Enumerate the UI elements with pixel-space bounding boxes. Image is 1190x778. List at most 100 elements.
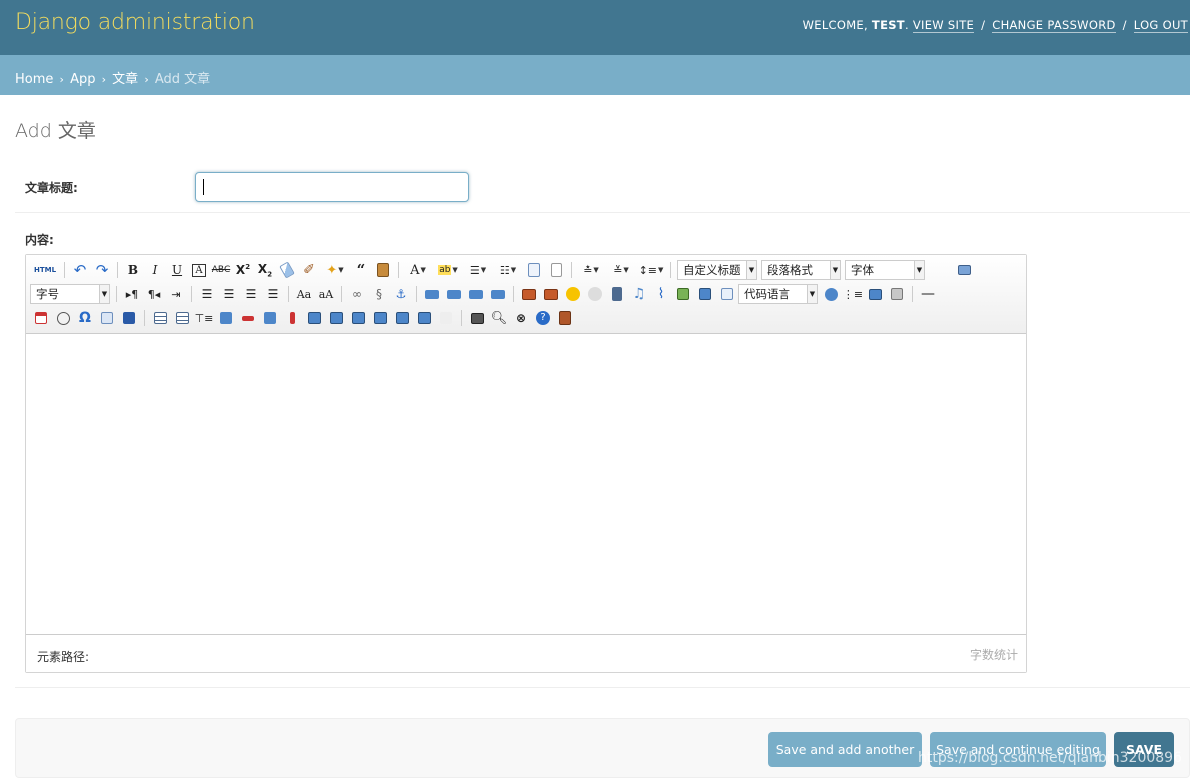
code-language-select[interactable]: 代码语言 ▼ bbox=[738, 284, 818, 304]
insert-col-button[interactable] bbox=[259, 308, 281, 328]
help-button[interactable]: ? bbox=[532, 308, 554, 328]
clear-doc-button[interactable] bbox=[545, 260, 567, 280]
delete-row-button[interactable] bbox=[237, 308, 259, 328]
print-template-button[interactable] bbox=[886, 284, 908, 304]
search-button[interactable]: ⊗ bbox=[510, 308, 532, 328]
music-button[interactable]: ♫ bbox=[628, 284, 650, 304]
italic-button[interactable]: I bbox=[144, 260, 166, 280]
date-button[interactable] bbox=[30, 308, 52, 328]
paste-plain-button[interactable] bbox=[372, 260, 394, 280]
auto-typeset-button[interactable]: ✦ ▼ bbox=[320, 260, 350, 280]
preview-button[interactable]: 🔍︎ bbox=[488, 308, 510, 328]
custom-title-select[interactable]: 自定义标题 ▼ bbox=[677, 260, 757, 280]
merge-down-button[interactable] bbox=[347, 308, 369, 328]
rtl-button[interactable]: ¶◂ bbox=[143, 284, 165, 304]
fullscreen-button[interactable] bbox=[953, 260, 975, 280]
ordered-list-button[interactable]: ☰ ▼ bbox=[463, 260, 493, 280]
merge-cells-button[interactable] bbox=[303, 308, 325, 328]
special-chars-button[interactable]: Ω bbox=[74, 308, 96, 328]
font-size-select[interactable]: 字号 ▼ bbox=[30, 284, 110, 304]
split-to-cells-button[interactable] bbox=[369, 308, 391, 328]
format-match-button[interactable]: ✐ bbox=[298, 260, 320, 280]
print-button[interactable] bbox=[466, 308, 488, 328]
insert-table-button[interactable] bbox=[149, 308, 171, 328]
simple-upload-button[interactable] bbox=[518, 284, 540, 304]
row-spacing-bottom-button[interactable]: ≚ ▼ bbox=[606, 260, 636, 280]
underline-button[interactable]: U bbox=[166, 260, 188, 280]
delete-table-button[interactable] bbox=[171, 308, 193, 328]
log-out-link[interactable]: LOG OUT bbox=[1133, 18, 1188, 33]
subscript-button[interactable]: X2 bbox=[254, 260, 276, 280]
save-and-add-another-button[interactable]: Save and add another bbox=[768, 732, 922, 767]
align-left-icon: ☰ bbox=[201, 287, 213, 301]
insert-image-button[interactable] bbox=[540, 284, 562, 304]
to-uppercase-button[interactable]: Aa bbox=[293, 284, 315, 304]
breadcrumb-model[interactable]: 文章 bbox=[112, 72, 138, 87]
unordered-list-button[interactable]: ☷ ▼ bbox=[493, 260, 523, 280]
change-password-link[interactable]: CHANGE PASSWORD bbox=[992, 18, 1116, 33]
undo-button[interactable]: ↶ bbox=[69, 260, 91, 280]
redo-button[interactable]: ↷ bbox=[91, 260, 113, 280]
ltr-button[interactable]: ▸¶ bbox=[121, 284, 143, 304]
image-none-button[interactable] bbox=[421, 284, 443, 304]
blockquote-button[interactable]: “ bbox=[350, 260, 372, 280]
charts-button[interactable] bbox=[435, 308, 457, 328]
font-family-select[interactable]: 字体 ▼ bbox=[845, 260, 925, 280]
view-site-link[interactable]: VIEW SITE bbox=[912, 18, 975, 33]
source-html-button[interactable]: HTML bbox=[30, 260, 60, 280]
align-left-button[interactable]: ☰ bbox=[196, 284, 218, 304]
drafts-button[interactable] bbox=[554, 308, 576, 328]
unlink-button[interactable]: § bbox=[368, 284, 390, 304]
breadcrumb-home[interactable]: Home bbox=[15, 72, 53, 87]
split-to-cols-button[interactable] bbox=[413, 308, 435, 328]
paragraph-format-select[interactable]: 段落格式 ▼ bbox=[761, 260, 841, 280]
insert-col-icon bbox=[264, 312, 276, 324]
align-right-button[interactable]: ☰ bbox=[240, 284, 262, 304]
font-color-button[interactable]: A ▼ bbox=[403, 260, 433, 280]
font-border-button[interactable]: A bbox=[188, 260, 210, 280]
template-button[interactable]: ⋮≡ bbox=[842, 284, 864, 304]
insert-row-button[interactable] bbox=[215, 308, 237, 328]
link-button[interactable]: ∞ bbox=[346, 284, 368, 304]
align-justify-button[interactable]: ☰ bbox=[262, 284, 284, 304]
image-right-button[interactable] bbox=[465, 284, 487, 304]
image-right-icon bbox=[469, 289, 483, 299]
anchor-button[interactable]: ⚓ bbox=[390, 284, 412, 304]
attachment-button[interactable]: ⌇ bbox=[650, 284, 672, 304]
image-left-button[interactable] bbox=[443, 284, 465, 304]
remove-format-button[interactable] bbox=[276, 260, 298, 280]
delete-col-button[interactable] bbox=[281, 308, 303, 328]
editor-content-area[interactable] bbox=[26, 335, 1026, 634]
chevron-down-icon: ▼ bbox=[746, 261, 756, 279]
insert-frame-button[interactable] bbox=[716, 284, 738, 304]
indent-button[interactable]: ⇥ bbox=[165, 284, 187, 304]
breadcrumb-app[interactable]: App bbox=[70, 72, 95, 87]
site-name[interactable]: Django administration bbox=[15, 10, 255, 35]
align-center-button[interactable]: ☰ bbox=[218, 284, 240, 304]
image-center-button[interactable] bbox=[487, 284, 509, 304]
page-break-button[interactable] bbox=[820, 284, 842, 304]
background-button[interactable] bbox=[864, 284, 886, 304]
horizontal-rule-button[interactable]: — bbox=[917, 284, 939, 304]
to-lowercase-button[interactable]: aA bbox=[315, 284, 337, 304]
insert-video-button[interactable] bbox=[606, 284, 628, 304]
scrawl-button[interactable] bbox=[584, 284, 606, 304]
split-to-rows-button[interactable] bbox=[391, 308, 413, 328]
bold-button[interactable]: B bbox=[122, 260, 144, 280]
gmap-button[interactable] bbox=[694, 284, 716, 304]
line-height-button[interactable]: ↕≡ ▼ bbox=[636, 260, 666, 280]
chevron-down-icon: ▼ bbox=[480, 266, 487, 274]
row-spacing-top-button[interactable]: ≛ ▼ bbox=[576, 260, 606, 280]
time-button[interactable] bbox=[52, 308, 74, 328]
merge-right-button[interactable] bbox=[325, 308, 347, 328]
search-replace-button[interactable] bbox=[96, 308, 118, 328]
title-input[interactable] bbox=[195, 172, 469, 202]
strikethrough-button[interactable]: ABC bbox=[210, 260, 232, 280]
insert-paragraph-before-table-button[interactable]: ⊤≡ bbox=[193, 308, 215, 328]
select-all-button[interactable] bbox=[523, 260, 545, 280]
superscript-button[interactable]: X2 bbox=[232, 260, 254, 280]
emotion-button[interactable] bbox=[562, 284, 584, 304]
background-color-button[interactable]: ab ▼ bbox=[433, 260, 463, 280]
map-button[interactable] bbox=[672, 284, 694, 304]
word-image-button[interactable] bbox=[118, 308, 140, 328]
